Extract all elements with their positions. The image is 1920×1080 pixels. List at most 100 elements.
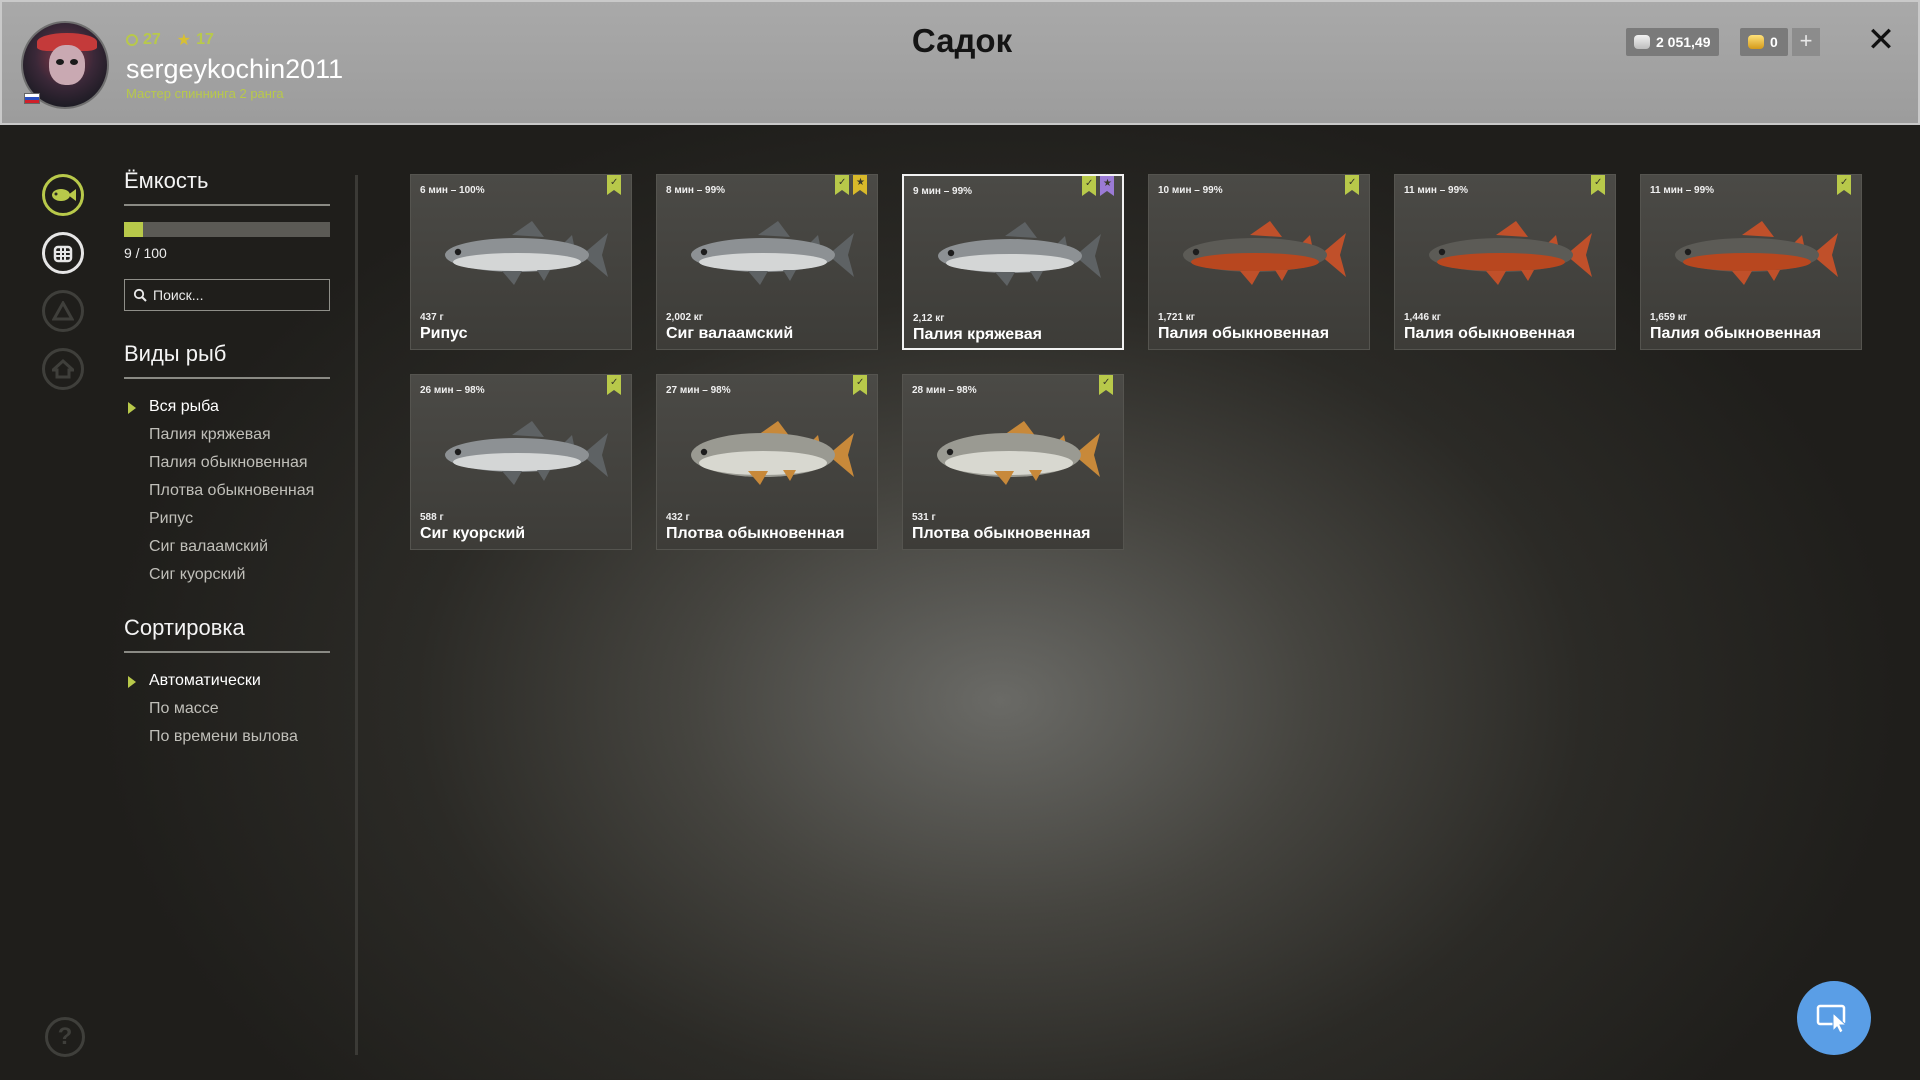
silver-coin-icon <box>1634 35 1650 49</box>
fish-name: Палия кряжевая <box>913 326 1042 343</box>
species-item-label: Палия обыкновенная <box>149 454 308 471</box>
fish-card[interactable]: 27 мин – 98% 432 г Плотва обыкновенная ✓ <box>656 374 878 550</box>
check-bookmark-icon[interactable]: ✓ <box>607 175 621 195</box>
fish-icon[interactable] <box>42 174 84 216</box>
fish-weight: 531 г <box>912 512 936 523</box>
russia-flag-icon <box>24 93 40 104</box>
species-title: Виды рыб <box>124 341 330 379</box>
fish-image <box>1183 221 1346 285</box>
cursor-mode-button[interactable] <box>1797 981 1871 1055</box>
species-item-label: Плотва обыкновенная <box>149 482 315 499</box>
fish-image <box>445 221 608 285</box>
panel-divider <box>355 175 358 1055</box>
cursor-icon <box>1816 1004 1848 1033</box>
level-stat: 27 <box>126 30 161 50</box>
species-item[interactable]: Палия кряжевая <box>124 421 330 449</box>
species-item[interactable]: Сиг валаамский <box>124 533 330 561</box>
search-icon <box>133 288 147 302</box>
help-button[interactable]: ? <box>45 1017 85 1057</box>
fish-name: Плотва обыкновенная <box>666 525 845 542</box>
avatar-eye <box>70 59 78 65</box>
sort-item-label: По массе <box>149 700 219 717</box>
species-item-label: Вся рыба <box>149 398 219 415</box>
species-item[interactable]: Сиг куорский <box>124 561 330 589</box>
fish-catch-meta: 27 мин – 98% <box>666 385 731 396</box>
check-bookmark-icon[interactable]: ✓ <box>1837 175 1851 195</box>
fish-image <box>938 222 1101 286</box>
check-bookmark-icon[interactable]: ✓ <box>853 375 867 395</box>
capacity-title: Ёмкость <box>124 168 330 206</box>
fish-weight: 2,002 кг <box>666 312 703 323</box>
fish-card[interactable]: 9 мин – 99% 2,12 кг Палия кряжевая ✓ ★ <box>902 174 1124 350</box>
boat-icon[interactable] <box>42 290 84 332</box>
fish-image <box>691 221 854 285</box>
home-icon[interactable] <box>42 348 84 390</box>
capacity-text: 9 / 100 <box>124 245 167 261</box>
check-bookmark-icon[interactable]: ✓ <box>607 375 621 395</box>
fish-name: Палия обыкновенная <box>1650 325 1822 342</box>
fish-weight: 437 г <box>420 312 444 323</box>
keepnet-icon[interactable] <box>42 232 84 274</box>
silver-balance: 2 051,49 <box>1626 28 1719 56</box>
species-item[interactable]: Палия обыкновенная <box>124 449 330 477</box>
fish-catch-meta: 8 мин – 99% <box>666 185 726 196</box>
sort-item-label: Автоматически <box>149 672 261 689</box>
check-bookmark-icon[interactable]: ✓ <box>835 175 849 195</box>
fish-weight: 588 г <box>420 512 444 523</box>
species-item-label: Рипус <box>149 510 194 527</box>
sort-item[interactable]: По массе <box>124 695 330 723</box>
star-icon: ★ <box>176 32 192 49</box>
fish-card[interactable]: 11 мин – 99% 1,659 кг Палия обыкновенная ✓ <box>1640 174 1862 350</box>
sort-item[interactable]: Автоматически <box>124 667 330 695</box>
search-field[interactable] <box>124 279 330 311</box>
check-bookmark-icon[interactable]: ✓ <box>1082 176 1096 196</box>
avatar-face <box>49 45 85 85</box>
gold-value: 0 <box>1770 34 1778 50</box>
selected-arrow-icon <box>128 676 136 688</box>
fish-image <box>691 421 854 485</box>
gold-balance: 0 <box>1740 28 1788 56</box>
fish-weight: 1,721 кг <box>1158 312 1195 323</box>
fish-card[interactable]: 11 мин – 99% 1,446 кг Палия обыкновенная ✓ <box>1394 174 1616 350</box>
fish-card[interactable]: 10 мин – 99% 1,721 кг Палия обыкновенная ✓ <box>1148 174 1370 350</box>
fish-card[interactable]: 6 мин – 100% 437 г Рипус ✓ <box>410 174 632 350</box>
sorting-title: Сортировка <box>124 615 330 653</box>
fish-catch-meta: 6 мин – 100% <box>420 185 485 196</box>
username[interactable]: sergeykochin2011 <box>126 54 343 85</box>
species-item-label: Сиг валаамский <box>149 538 268 555</box>
search-input[interactable] <box>153 287 323 303</box>
level-value: 27 <box>143 31 161 48</box>
species-item[interactable]: Плотва обыкновенная <box>124 477 330 505</box>
fish-card[interactable]: 8 мин – 99% 2,002 кг Сиг валаамский ✓ ★ <box>656 174 878 350</box>
fish-image <box>1675 221 1838 285</box>
check-bookmark-icon[interactable]: ✓ <box>1345 175 1359 195</box>
species-item-label: Сиг куорский <box>149 566 246 583</box>
species-item[interactable]: Вся рыба <box>124 393 330 421</box>
fish-catch-meta: 9 мин – 99% <box>913 186 973 197</box>
fish-catch-meta: 11 мин – 99% <box>1404 185 1469 196</box>
check-bookmark-icon[interactable]: ✓ <box>1591 175 1605 195</box>
stars-stat: ★ 17 <box>177 30 214 50</box>
fish-catch-meta: 28 мин – 98% <box>912 385 977 396</box>
capacity-bar <box>124 222 330 237</box>
fish-card[interactable]: 28 мин – 98% 531 г Плотва обыкновенная ✓ <box>902 374 1124 550</box>
check-bookmark-icon[interactable]: ✓ <box>1099 375 1113 395</box>
close-button[interactable]: ✕ <box>1864 23 1898 58</box>
species-list: Вся рыба Палия кряжевая Палия обыкновенная… <box>124 393 330 589</box>
star-bookmark-icon[interactable]: ★ <box>853 175 867 195</box>
fish-weight: 1,446 кг <box>1404 312 1441 323</box>
fish-image <box>937 421 1100 485</box>
fish-catch-meta: 26 мин – 98% <box>420 385 485 396</box>
gold-coin-icon <box>1748 35 1764 49</box>
fish-card[interactable]: 26 мин – 98% 588 г Сиг куорский ✓ <box>410 374 632 550</box>
sort-item[interactable]: По времени вылова <box>124 723 330 751</box>
trophy-bookmark-icon[interactable]: ★ <box>1100 176 1114 196</box>
fish-name: Палия обыкновенная <box>1404 325 1576 342</box>
species-item[interactable]: Рипус <box>124 505 330 533</box>
add-gold-button[interactable]: + <box>1792 28 1820 56</box>
fish-image <box>445 421 608 485</box>
player-stats: 27 ★ 17 <box>126 30 214 50</box>
top-bar: 27 ★ 17 sergeykochin2011 Мастер спиннинга… <box>0 0 1920 125</box>
level-icon <box>126 34 138 46</box>
species-item-label: Палия кряжевая <box>149 426 271 443</box>
